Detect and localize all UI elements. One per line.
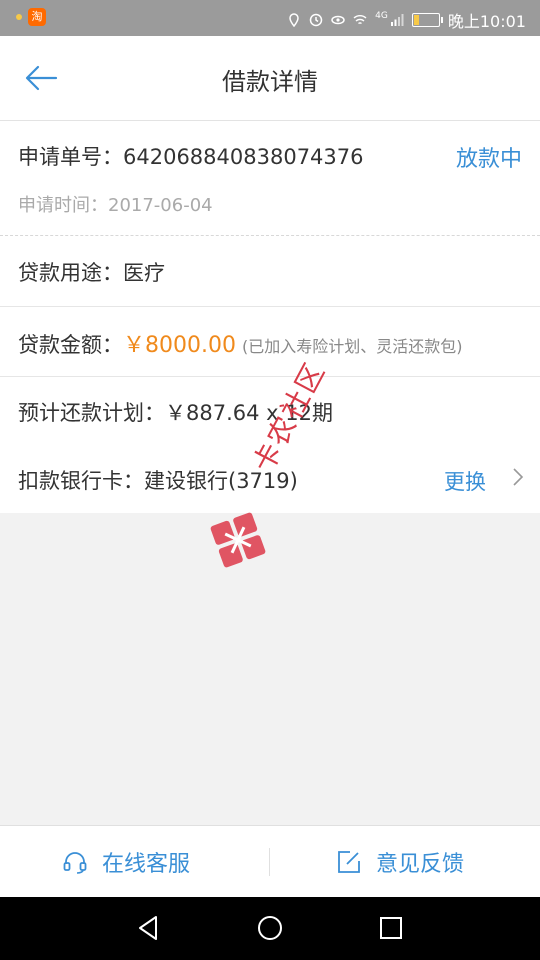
order-number-value: 642068840838074376 [123, 145, 364, 169]
apply-time-label: 申请时间： [18, 195, 108, 216]
nav-home-icon[interactable] [255, 913, 285, 943]
bank-card-label: 扣款银行卡： [18, 469, 144, 493]
amount-row: 贷款金额：￥8000.00 (已加入寿险计划、灵活还款包) [0, 307, 540, 377]
amount-line: 贷款金额：￥8000.00 (已加入寿险计划、灵活还款包) [18, 327, 462, 359]
purpose-value: 医疗 [123, 261, 165, 285]
battery-icon [411, 13, 443, 27]
alarm-icon [309, 13, 323, 27]
watermark-logo-icon [210, 512, 266, 568]
signal-icon [390, 14, 404, 26]
amount-note: (已加入寿险计划、灵活还款包) [241, 337, 463, 356]
system-nav-bar [0, 897, 540, 960]
order-number-line: 申请单号：642068840838074376 [18, 141, 364, 171]
community-watermark: 卡农社区 [208, 356, 358, 570]
wifi-icon [353, 15, 367, 25]
status-bar: 淘 4G 晚上10:01 [0, 0, 540, 36]
apply-time-value: 2017-06-04 [108, 195, 213, 216]
chevron-right-icon[interactable] [512, 467, 524, 487]
loan-status-badge: 放款中 [455, 147, 522, 172]
online-service-label: 在线客服 [102, 852, 191, 877]
feedback-label: 意见反馈 [376, 852, 465, 877]
bottom-bar-divider [269, 848, 270, 876]
feedback-button[interactable]: 意见反馈 [336, 826, 464, 898]
purpose-row: 贷款用途：医疗 [0, 236, 540, 307]
status-bar-notifications: 淘 [16, 8, 46, 26]
order-row: 申请单号：642068840838074376 放款中 申请时间：2017-06… [0, 121, 540, 236]
eye-icon [331, 15, 345, 25]
notification-dot-icon [16, 14, 22, 20]
status-bar-indicators: 4G 晚上10:01 [287, 8, 526, 32]
nav-recents-icon[interactable] [376, 913, 406, 943]
purpose-line: 贷款用途：医疗 [18, 257, 165, 287]
headset-icon [63, 852, 87, 874]
apply-time-line: 申请时间：2017-06-04 [18, 191, 213, 217]
purpose-label: 贷款用途： [18, 261, 123, 285]
amount-value: ￥8000.00 [123, 333, 236, 358]
nav-back-icon[interactable] [134, 913, 164, 943]
location-icon [289, 13, 299, 27]
change-card-button[interactable]: 更换 [444, 466, 486, 496]
taobao-app-icon: 淘 [28, 8, 46, 26]
clock-text: 晚上10:01 [447, 12, 526, 31]
app-header: 借款详情 [0, 36, 540, 121]
repayment-plan-label: 预计还款计划： [18, 401, 165, 425]
edit-icon [338, 851, 360, 873]
amount-label: 贷款金额： [18, 333, 123, 357]
page-title: 借款详情 [222, 68, 318, 96]
order-number-label: 申请单号： [18, 145, 123, 169]
network-type-label: 4G [375, 11, 388, 21]
bottom-action-bar: 在线客服 意见反馈 [0, 825, 540, 898]
online-service-button[interactable]: 在线客服 [62, 826, 190, 898]
